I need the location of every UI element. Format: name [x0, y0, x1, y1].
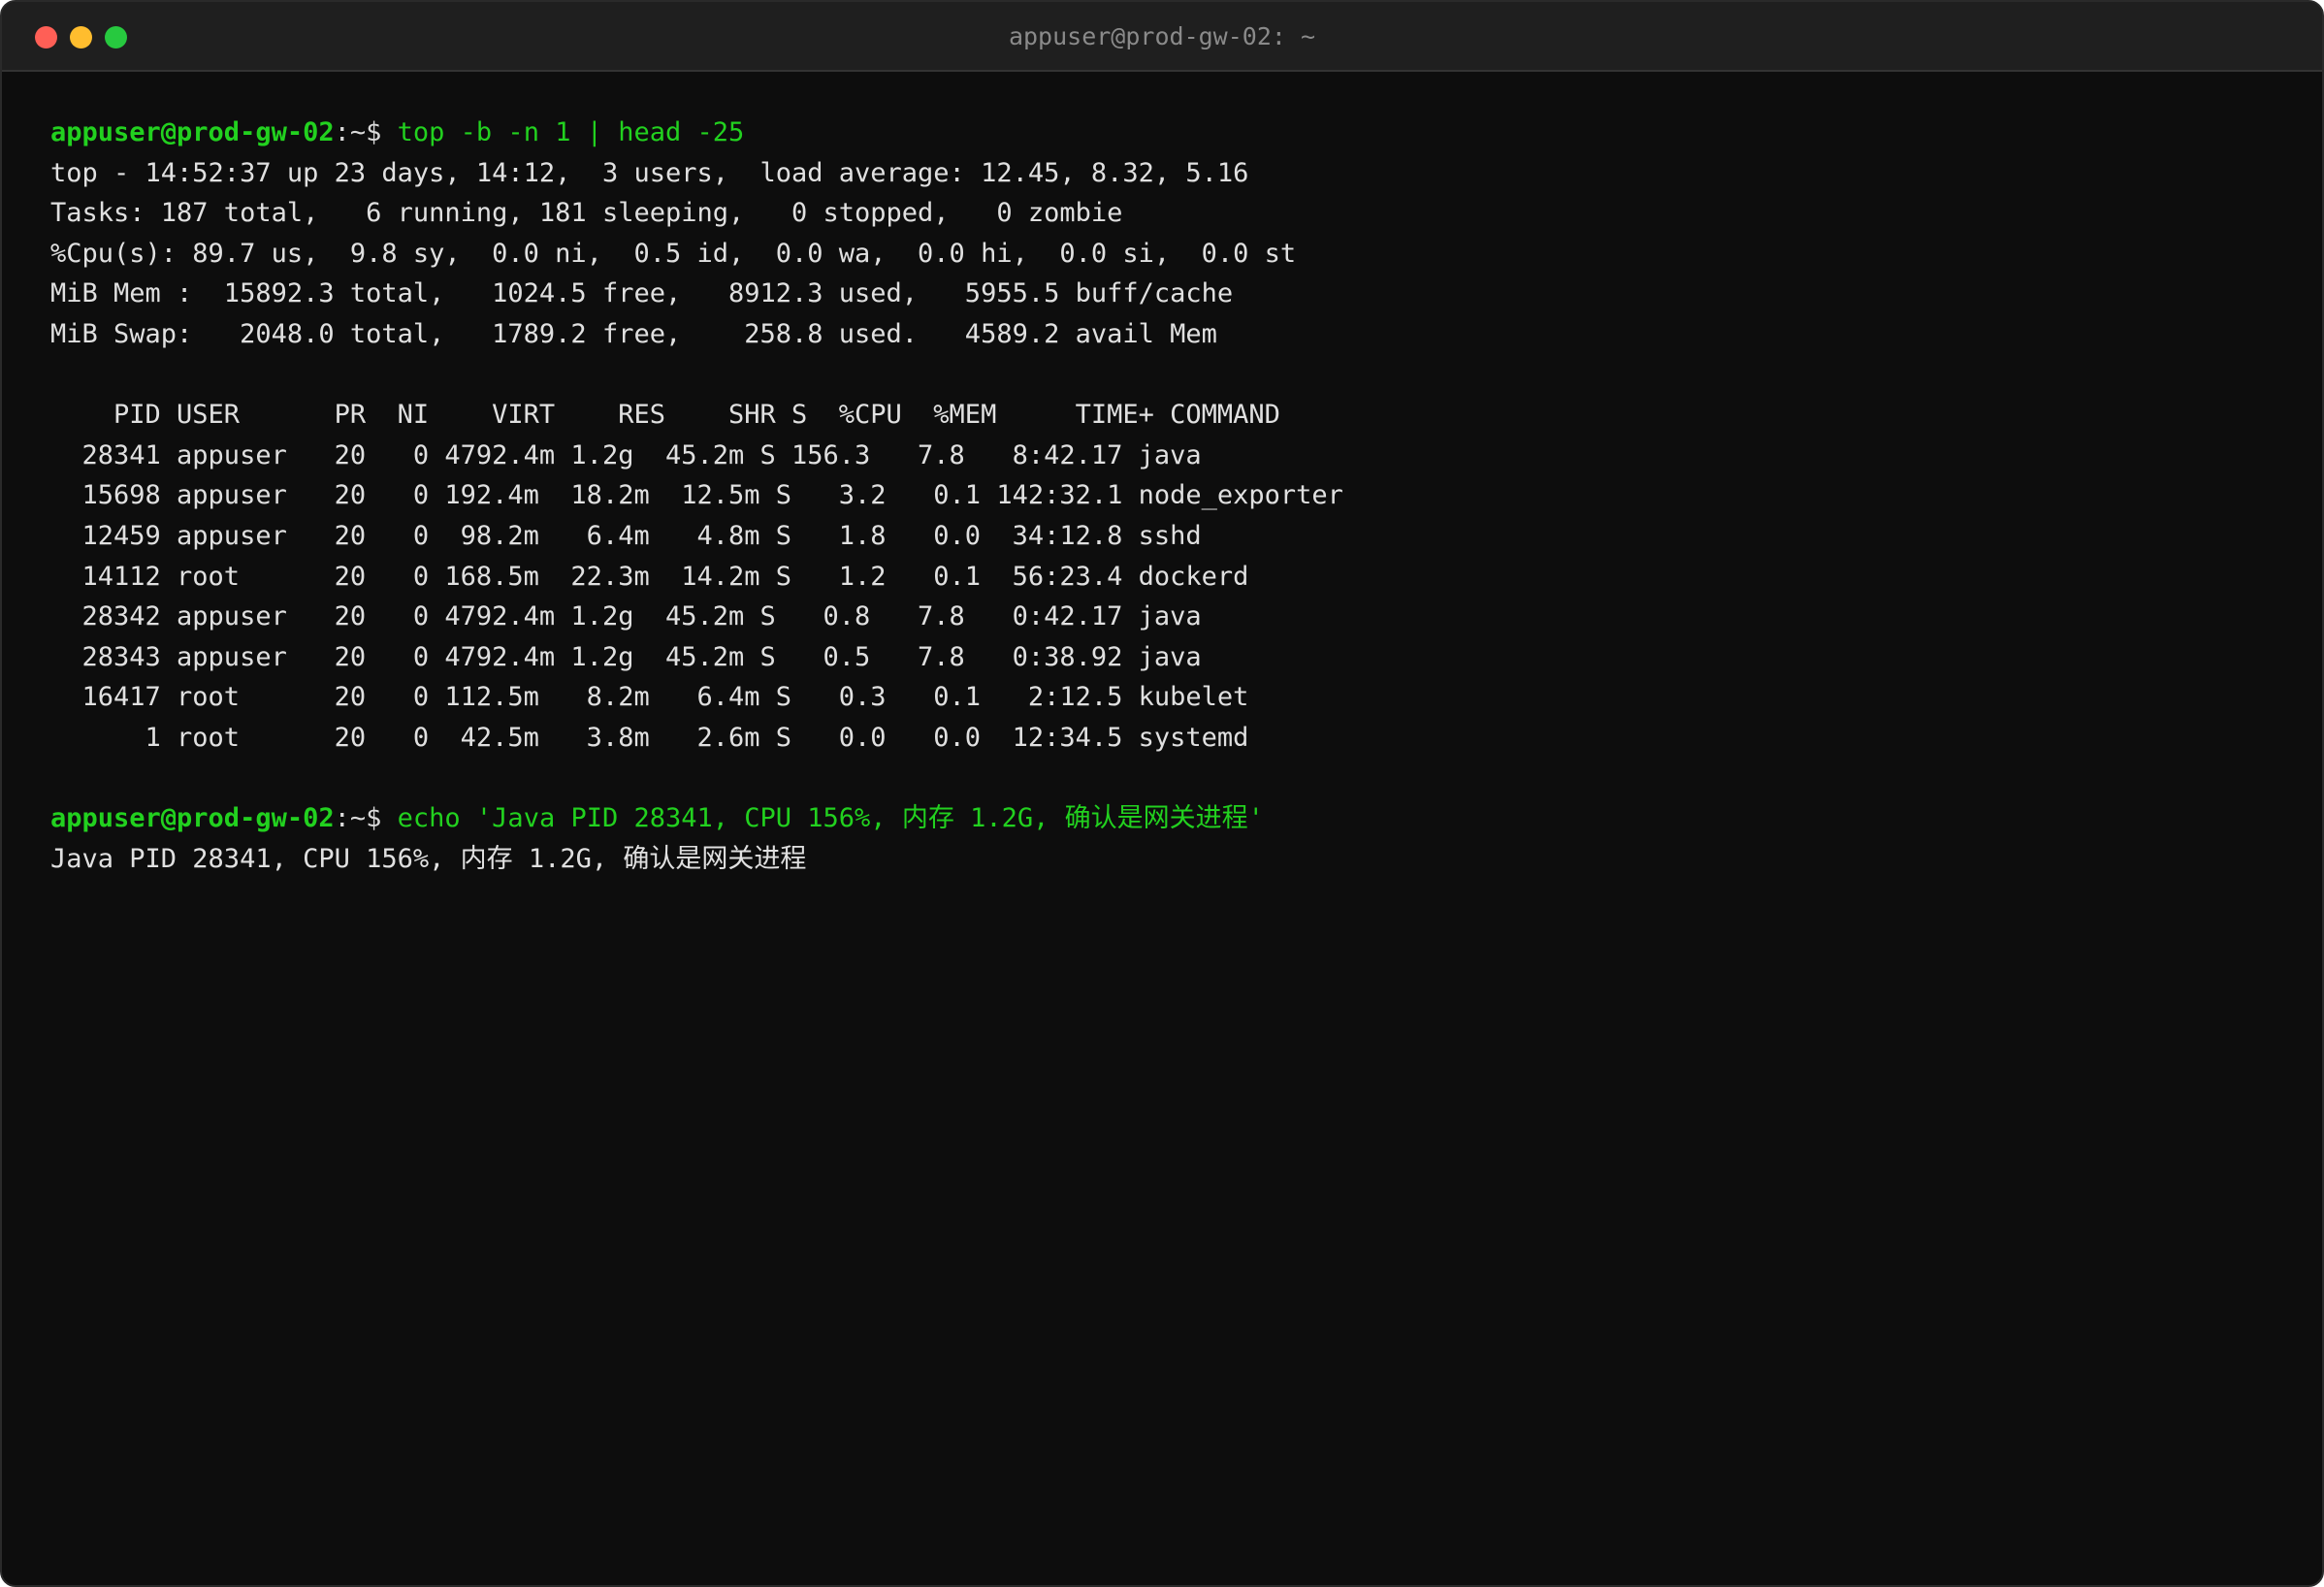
process-row: 16417 root 20 0 112.5m 8.2m 6.4m S 0.3 0… [50, 682, 1249, 713]
prompt-user-host: appuser@prod-gw-02 [50, 117, 335, 147]
process-row: 1 root 20 0 42.5m 3.8m 2.6m S 0.0 0.0 12… [50, 722, 1249, 753]
process-row: 14112 root 20 0 168.5m 22.3m 14.2m S 1.2… [50, 561, 1249, 592]
echo-output-line: Java PID 28341, CPU 156%, 内存 1.2G, 确认是网关… [50, 843, 807, 874]
command-text: echo 'Java PID 28341, CPU 156%, 内存 1.2G,… [381, 803, 1264, 834]
top-uptime-line: top - 14:52:37 up 23 days, 14:12, 3 user… [50, 157, 1249, 188]
process-row: 12459 appuser 20 0 98.2m 6.4m 4.8m S 1.8… [50, 520, 1202, 551]
prompt-suffix: :~$ [334, 117, 382, 147]
prompt-line: appuser@prod-gw-02:~$ echo 'Java PID 283… [50, 798, 2283, 839]
terminal-window: appuser@prod-gw-02: ~ appuser@prod-gw-02… [0, 0, 2324, 1587]
process-row: 28342 appuser 20 0 4792.4m 1.2g 45.2m S … [50, 601, 1202, 632]
prompt-user-host: appuser@prod-gw-02 [50, 803, 335, 834]
process-row: 28341 appuser 20 0 4792.4m 1.2g 45.2m S … [50, 439, 1202, 470]
top-swap-line: MiB Swap: 2048.0 total, 1789.2 free, 258… [50, 318, 1217, 349]
command-text: top -b -n 1 | head -25 [381, 117, 745, 147]
terminal-output[interactable]: appuser@prod-gw-02:~$ top -b -n 1 | head… [50, 113, 2283, 1546]
prompt-line: appuser@prod-gw-02:~$ top -b -n 1 | head… [50, 113, 2283, 153]
prompt-suffix: :~$ [334, 803, 382, 834]
top-mem-line: MiB Mem : 15892.3 total, 1024.5 free, 89… [50, 278, 1234, 309]
process-table-header: PID USER PR NI VIRT RES SHR S %CPU %MEM … [50, 400, 1280, 431]
top-tasks-line: Tasks: 187 total, 6 running, 181 sleepin… [50, 198, 1123, 229]
process-row: 15698 appuser 20 0 192.4m 18.2m 12.5m S … [50, 480, 1343, 511]
title-bar[interactable]: appuser@prod-gw-02: ~ [2, 2, 2322, 72]
process-row: 28343 appuser 20 0 4792.4m 1.2g 45.2m S … [50, 641, 1202, 672]
top-cpu-line: %Cpu(s): 89.7 us, 9.8 sy, 0.0 ni, 0.5 id… [50, 238, 1297, 269]
window-title: appuser@prod-gw-02: ~ [1008, 22, 1316, 50]
